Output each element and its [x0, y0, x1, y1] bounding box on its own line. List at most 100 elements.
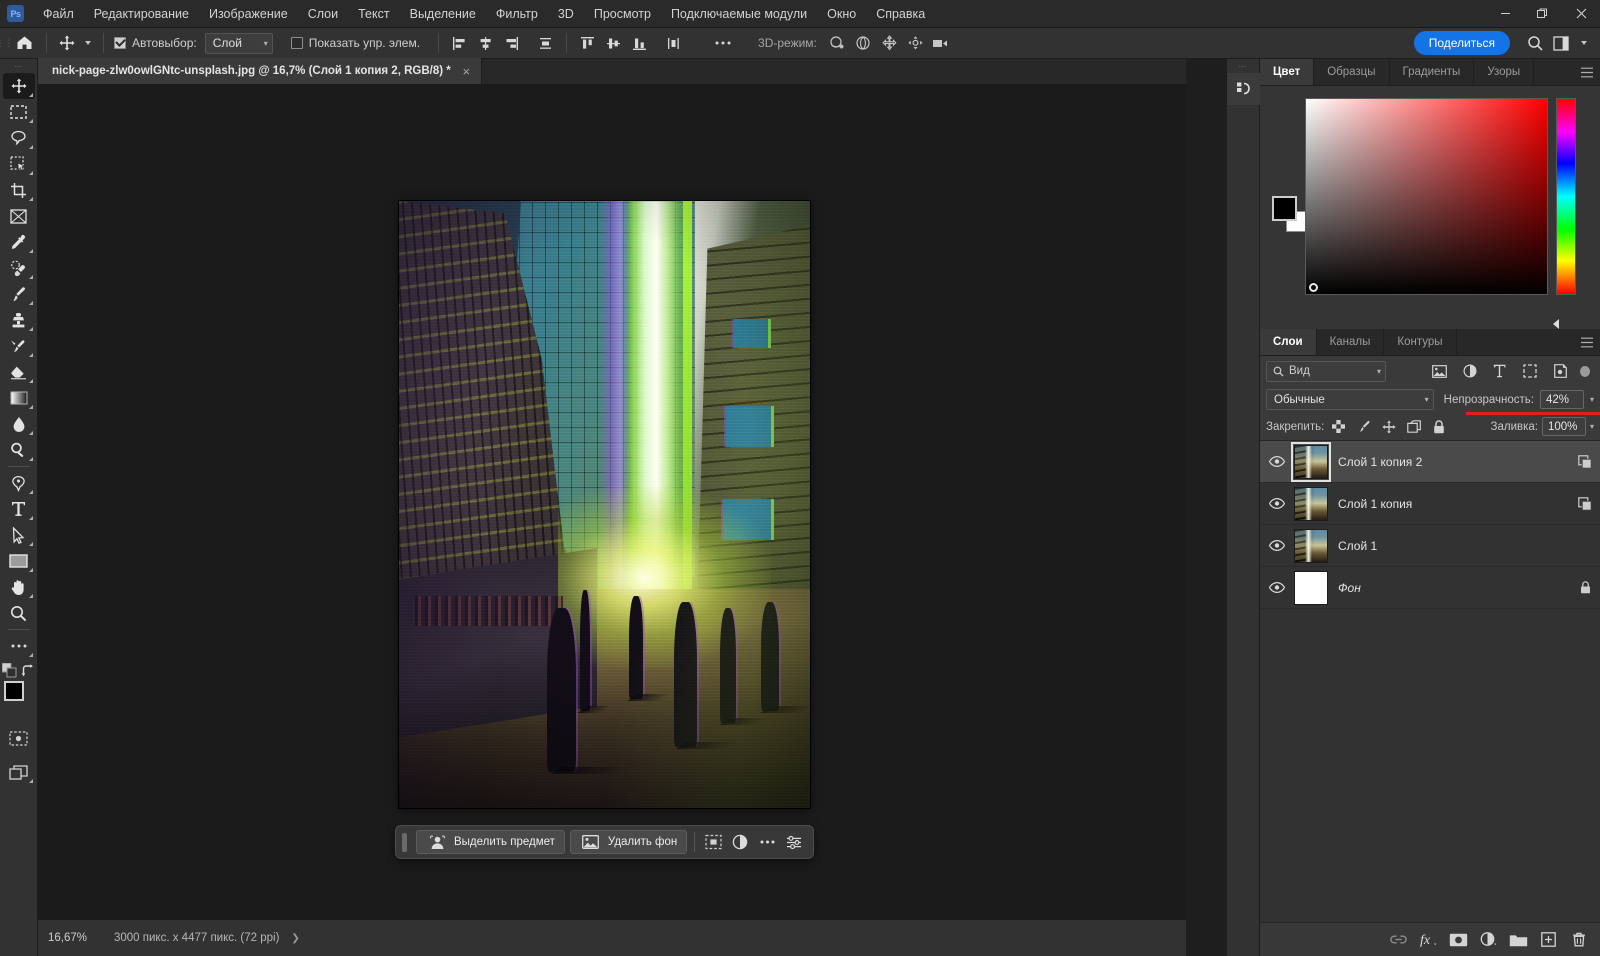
- align-vertical-centers-icon[interactable]: [600, 31, 626, 55]
- color-picker-marker[interactable]: [1309, 283, 1318, 292]
- path-selection-tool[interactable]: [3, 522, 35, 548]
- document-tab[interactable]: nick-page-zlw0owlGNtc-unsplash.jpg @ 16,…: [38, 58, 482, 84]
- menu-plugins[interactable]: Подключаемые модули: [661, 0, 817, 28]
- object-selection-tool[interactable]: [3, 151, 35, 177]
- layer-thumbnail[interactable]: [1294, 529, 1328, 563]
- new-layer-icon[interactable]: [1535, 927, 1562, 953]
- foreground-color-swatch[interactable]: [4, 681, 24, 701]
- panel-menu-icon[interactable]: [1574, 59, 1600, 85]
- filter-toggle-icon[interactable]: [1580, 366, 1590, 377]
- type-tool[interactable]: [3, 496, 35, 522]
- layer-mask-icon[interactable]: [1445, 927, 1472, 953]
- link-layers-icon[interactable]: [1385, 927, 1412, 953]
- table-row[interactable]: Фон: [1260, 567, 1600, 609]
- autoselect-checkbox-group[interactable]: Автовыбор:: [114, 36, 197, 50]
- menu-file[interactable]: Файл: [33, 0, 84, 28]
- layer-effects-fx-icon[interactable]: fx: [1415, 927, 1442, 953]
- tab-swatches[interactable]: Образцы: [1314, 59, 1389, 85]
- toolbar-grip[interactable]: ⋯: [14, 62, 23, 73]
- screen-mode-icon[interactable]: [3, 759, 35, 785]
- new-group-icon[interactable]: [1505, 927, 1532, 953]
- blend-mode-select[interactable]: Обычные ▾: [1266, 389, 1434, 410]
- fill-input[interactable]: 100%: [1542, 417, 1586, 436]
- camera-3d-icon[interactable]: [929, 31, 955, 55]
- delete-layer-icon[interactable]: [1565, 927, 1592, 953]
- layer-name[interactable]: Слой 1 копия 2: [1338, 455, 1570, 469]
- lasso-tool[interactable]: [3, 125, 35, 151]
- minimize-icon[interactable]: [1486, 0, 1524, 28]
- tab-channels[interactable]: Каналы: [1317, 329, 1385, 355]
- edit-toolbar-ellipsis-icon[interactable]: [3, 633, 35, 659]
- tool-preset-chevron-down-icon[interactable]: [80, 31, 96, 55]
- filter-smart-object-icon[interactable]: [1549, 360, 1571, 382]
- menu-edit[interactable]: Редактирование: [84, 0, 199, 28]
- sliders-icon[interactable]: [783, 830, 805, 854]
- transform-icon[interactable]: [702, 830, 724, 854]
- zoom-level[interactable]: 16,67%: [48, 932, 114, 944]
- opacity-input[interactable]: 42%: [1540, 390, 1584, 409]
- maximize-icon[interactable]: [1524, 0, 1562, 28]
- layer-name[interactable]: Слой 1 копия: [1338, 497, 1570, 511]
- table-row[interactable]: Слой 1: [1260, 525, 1600, 567]
- options-bar-grip[interactable]: ⋮⋮: [0, 28, 9, 59]
- adjustment-half-circle-icon[interactable]: [729, 830, 751, 854]
- workspace-chevron-down-icon[interactable]: [1574, 31, 1594, 55]
- swap-colors-icon[interactable]: [21, 664, 35, 678]
- move-tool-icon[interactable]: [54, 31, 80, 55]
- drag-handle-icon[interactable]: [402, 833, 407, 852]
- distribute-horizontal-icon[interactable]: [532, 31, 558, 55]
- slide-3d-icon[interactable]: [903, 31, 929, 55]
- crop-tool[interactable]: [3, 177, 35, 203]
- align-left-edges-icon[interactable]: [446, 31, 472, 55]
- history-brush-tool[interactable]: [3, 333, 35, 359]
- filter-shape-icon[interactable]: [1519, 360, 1541, 382]
- contextual-task-bar[interactable]: Выделить предмет Удалить фон: [395, 825, 814, 859]
- workspace-icon[interactable]: [1548, 31, 1574, 55]
- rotate-3d-icon[interactable]: [825, 31, 851, 55]
- hue-slider-marker[interactable]: [1553, 319, 1559, 329]
- foreground-color-swatch[interactable]: [1272, 196, 1297, 221]
- layer-visibility-eye-icon[interactable]: [1264, 483, 1290, 525]
- hand-tool[interactable]: [3, 574, 35, 600]
- default-colors-icon[interactable]: [2, 663, 17, 678]
- menu-selection[interactable]: Выделение: [400, 0, 486, 28]
- menu-window[interactable]: Окно: [817, 0, 866, 28]
- layer-thumbnail[interactable]: [1294, 445, 1328, 479]
- filter-pixel-icon[interactable]: [1428, 360, 1450, 382]
- layer-filter-select[interactable]: Вид ▾: [1266, 361, 1386, 382]
- layer-name[interactable]: Фон: [1338, 581, 1570, 595]
- rail-grip[interactable]: ⋯: [1227, 59, 1259, 73]
- frame-tool[interactable]: [3, 203, 35, 229]
- image-canvas[interactable]: [399, 201, 810, 808]
- filter-type-icon[interactable]: [1489, 360, 1511, 382]
- menu-view[interactable]: Просмотр: [584, 0, 661, 28]
- tab-patterns[interactable]: Узоры: [1474, 59, 1534, 85]
- lock-position-icon[interactable]: [1378, 416, 1399, 437]
- menu-3d[interactable]: 3D: [548, 0, 584, 28]
- ellipsis-icon[interactable]: [756, 830, 778, 854]
- panel-menu-icon[interactable]: [1574, 329, 1600, 355]
- layer-list[interactable]: Слой 1 копия 2 Слой 1 копия: [1260, 441, 1600, 922]
- layer-visibility-eye-icon[interactable]: [1264, 525, 1290, 567]
- menu-image[interactable]: Изображение: [199, 0, 298, 28]
- chevron-right-icon[interactable]: ❯: [291, 933, 299, 944]
- home-icon[interactable]: [9, 31, 39, 55]
- rectangle-tool[interactable]: [3, 548, 35, 574]
- align-right-edges-icon[interactable]: [498, 31, 524, 55]
- fill-chevron-down-icon[interactable]: ▾: [1590, 422, 1594, 431]
- tab-layers[interactable]: Слои: [1260, 329, 1317, 355]
- close-icon[interactable]: ×: [460, 65, 473, 78]
- align-bottom-edges-icon[interactable]: [626, 31, 652, 55]
- lock-artboard-icon[interactable]: [1403, 416, 1424, 437]
- pen-tool[interactable]: [3, 470, 35, 496]
- brush-tool[interactable]: [3, 281, 35, 307]
- share-button[interactable]: Поделиться: [1414, 31, 1510, 55]
- quick-mask-icon[interactable]: [3, 725, 35, 751]
- eraser-tool[interactable]: [3, 359, 35, 385]
- remove-background-button[interactable]: Удалить фон: [570, 830, 687, 854]
- autoselect-checkbox[interactable]: [114, 37, 126, 49]
- tab-color[interactable]: Цвет: [1260, 59, 1314, 85]
- align-horizontal-centers-icon[interactable]: [472, 31, 498, 55]
- layer-thumbnail[interactable]: [1294, 487, 1328, 521]
- opacity-chevron-down-icon[interactable]: ▾: [1590, 395, 1594, 404]
